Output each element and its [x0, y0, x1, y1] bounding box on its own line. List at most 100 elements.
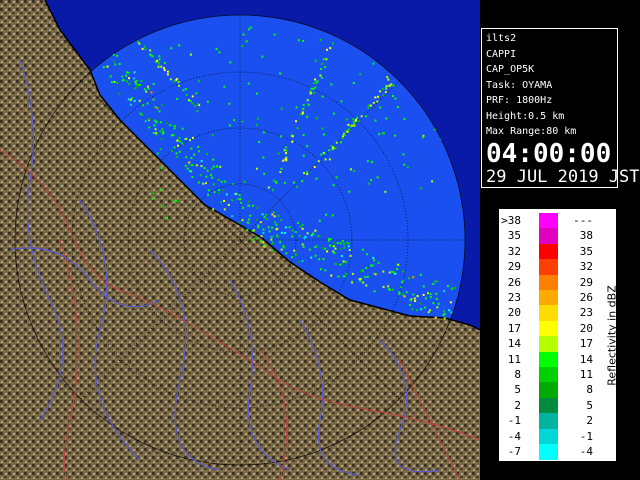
echo-speck — [312, 82, 315, 85]
echo-speck — [196, 110, 199, 113]
echo-speck — [321, 247, 324, 250]
echo-speck — [128, 77, 130, 80]
echo-speck — [302, 154, 305, 157]
legend-upper-bound: 29 — [579, 275, 593, 289]
echo-speck — [295, 106, 298, 109]
echo-speck — [312, 87, 315, 90]
echo-speck — [241, 120, 244, 123]
echo-speck — [312, 91, 315, 94]
legend-row: 26 29 — [499, 274, 599, 291]
echo-speck — [255, 167, 258, 170]
echo-speck — [402, 153, 405, 156]
echo-speck — [232, 182, 235, 185]
echo-speck — [280, 167, 283, 170]
echo-speck — [369, 104, 372, 107]
echo-speck — [160, 167, 163, 170]
echo-speck — [159, 148, 162, 151]
legend-row: 20 23 — [499, 305, 599, 322]
echo-speck — [328, 149, 331, 152]
echo-speck — [337, 275, 340, 278]
echo-speck — [139, 112, 142, 115]
echo-speck — [351, 281, 354, 284]
echo-speck — [262, 131, 265, 134]
echo-speck — [412, 276, 415, 278]
echo-speck — [137, 84, 140, 86]
echo-speck — [262, 241, 265, 244]
echo-speck — [317, 234, 320, 237]
echo-speck — [324, 247, 327, 250]
legend-upper-bound: 2 — [586, 414, 593, 428]
echo-speck — [394, 97, 397, 100]
echo-speck — [259, 221, 262, 224]
echo-speck — [349, 168, 352, 171]
echo-speck — [291, 229, 294, 232]
echo-speck — [210, 167, 213, 170]
legend-row: 32 35 — [499, 243, 599, 260]
legend-lower-bound: 11 — [507, 352, 521, 366]
echo-speck — [249, 214, 252, 217]
legend-row: 17 20 — [499, 320, 599, 337]
legend-row: -1 2 — [499, 413, 599, 429]
echo-speck — [163, 67, 165, 70]
echo-speck — [320, 68, 322, 70]
echo-speck — [191, 95, 194, 98]
echo-speck — [361, 248, 364, 251]
echo-speck — [135, 79, 138, 82]
echo-speck — [121, 79, 124, 82]
echo-speck — [156, 59, 158, 62]
echo-speck — [382, 270, 385, 273]
echo-speck — [174, 199, 177, 202]
echo-speck — [322, 58, 325, 61]
legend-lower-bound: 35 — [507, 229, 521, 243]
echo-speck — [382, 285, 385, 288]
echo-speck — [182, 89, 185, 92]
echo-speck — [333, 245, 335, 248]
echo-speck — [359, 270, 362, 273]
echo-speck — [223, 200, 226, 202]
echo-speck — [319, 38, 322, 41]
echo-speck — [231, 215, 234, 218]
echo-speck — [343, 275, 345, 278]
echo-speck — [381, 87, 384, 90]
echo-speck — [207, 189, 210, 192]
echo-speck — [324, 66, 327, 68]
echo-speck — [179, 140, 182, 143]
echo-speck — [283, 232, 286, 234]
echo-speck — [298, 234, 301, 237]
legend-upper-bound: 14 — [579, 352, 593, 366]
legend-lower-bound: 17 — [507, 321, 521, 335]
echo-speck — [262, 156, 265, 159]
echo-speck — [191, 176, 194, 178]
echo-speck — [118, 92, 121, 95]
echo-speck — [336, 241, 339, 244]
echo-speck — [370, 179, 373, 182]
echo-speck — [148, 118, 151, 120]
echo-speck — [367, 104, 370, 107]
echo-speck — [347, 128, 350, 131]
legend-upper-bound: 35 — [579, 244, 593, 258]
echo-speck — [176, 97, 179, 100]
echo-speck — [408, 277, 411, 280]
echo-speck — [333, 112, 335, 115]
legend-row: -4 -1 — [499, 428, 599, 445]
echo-speck — [429, 309, 431, 312]
echo-speck — [329, 47, 332, 50]
echo-speck — [347, 123, 350, 126]
echo-speck — [450, 287, 453, 290]
echo-speck — [213, 191, 216, 194]
echo-speck — [346, 241, 349, 244]
legend-lower-bound: 14 — [507, 337, 521, 351]
echo-speck — [374, 273, 377, 276]
echo-speck — [323, 152, 326, 155]
echo-speck — [256, 206, 259, 209]
echo-speck — [397, 263, 400, 266]
echo-speck — [280, 231, 283, 234]
echo-speck — [158, 55, 161, 58]
echo-speck — [320, 153, 323, 156]
echo-speck — [146, 102, 149, 105]
echo-speck — [401, 293, 404, 296]
echo-speck — [130, 97, 133, 100]
echo-speck — [144, 120, 147, 123]
echo-speck — [149, 49, 152, 52]
echo-speck — [372, 62, 375, 65]
